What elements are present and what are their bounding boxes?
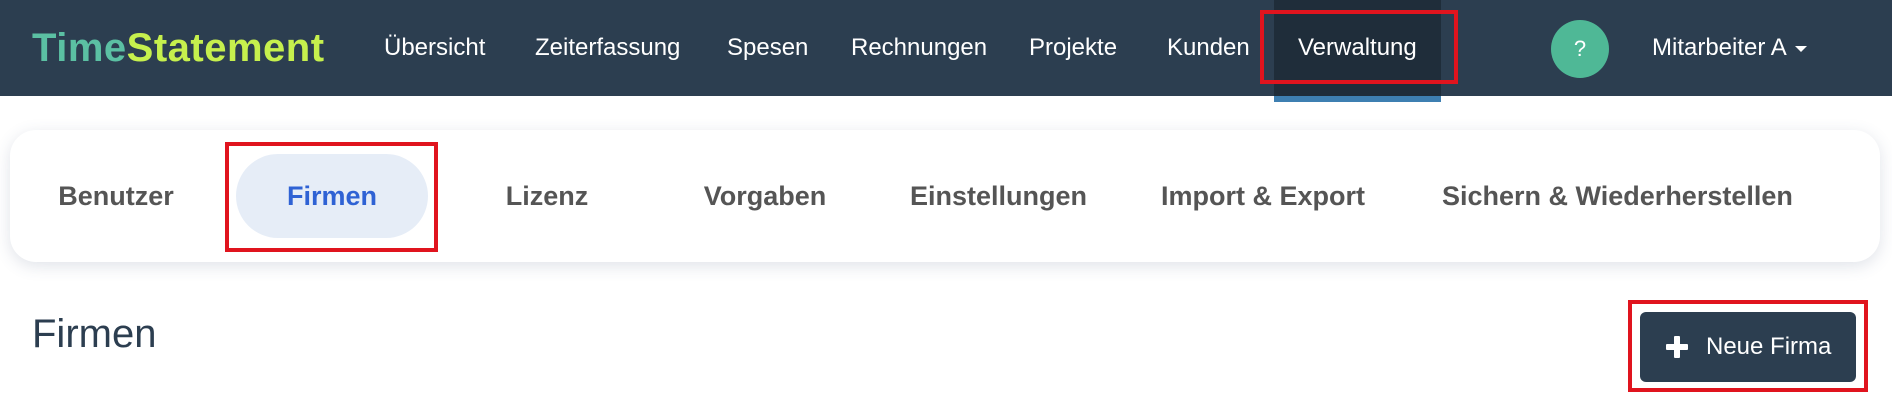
nav-item-kunden[interactable]: Kunden [1167,0,1250,96]
brand-logo-time: Time [32,26,127,70]
new-company-button[interactable]: Neue Firma [1640,312,1856,382]
nav-item-verwaltung[interactable]: Verwaltung [1274,0,1441,102]
subtab-firmen[interactable]: Firmen [236,154,428,238]
plus-icon [1666,336,1688,358]
nav-item-uebersicht[interactable]: Übersicht [384,0,485,96]
brand-logo-statement: Statement [126,26,325,70]
subtab-einstellungen[interactable]: Einstellungen [910,154,1087,238]
subtab-import-export[interactable]: Import & Export [1160,154,1366,238]
subtab-lizenz[interactable]: Lizenz [502,154,592,238]
nav-item-rechnungen[interactable]: Rechnungen [851,0,987,96]
help-button[interactable]: ? [1551,20,1609,78]
nav-item-spesen[interactable]: Spesen [727,0,808,96]
help-icon: ? [1573,36,1587,61]
top-navbar: TimeStatement Übersicht Zeiterfassung Sp… [0,0,1892,102]
subtab-vorgaben[interactable]: Vorgaben [700,154,830,238]
user-menu-label: Mitarbeiter A [1652,34,1787,61]
user-menu-dropdown[interactable]: Mitarbeiter A [1652,0,1807,96]
caret-down-icon [1794,45,1807,52]
brand-logo[interactable]: TimeStatement [32,24,325,72]
nav-item-projekte[interactable]: Projekte [1029,0,1117,96]
subtab-sichern-wiederherstellen[interactable]: Sichern & Wiederherstellen [1442,154,1793,238]
page-title: Firmen [32,312,157,356]
nav-item-zeiterfassung[interactable]: Zeiterfassung [535,0,680,96]
subtab-benutzer[interactable]: Benutzer [56,154,176,238]
new-company-button-label: Neue Firma [1706,333,1832,360]
